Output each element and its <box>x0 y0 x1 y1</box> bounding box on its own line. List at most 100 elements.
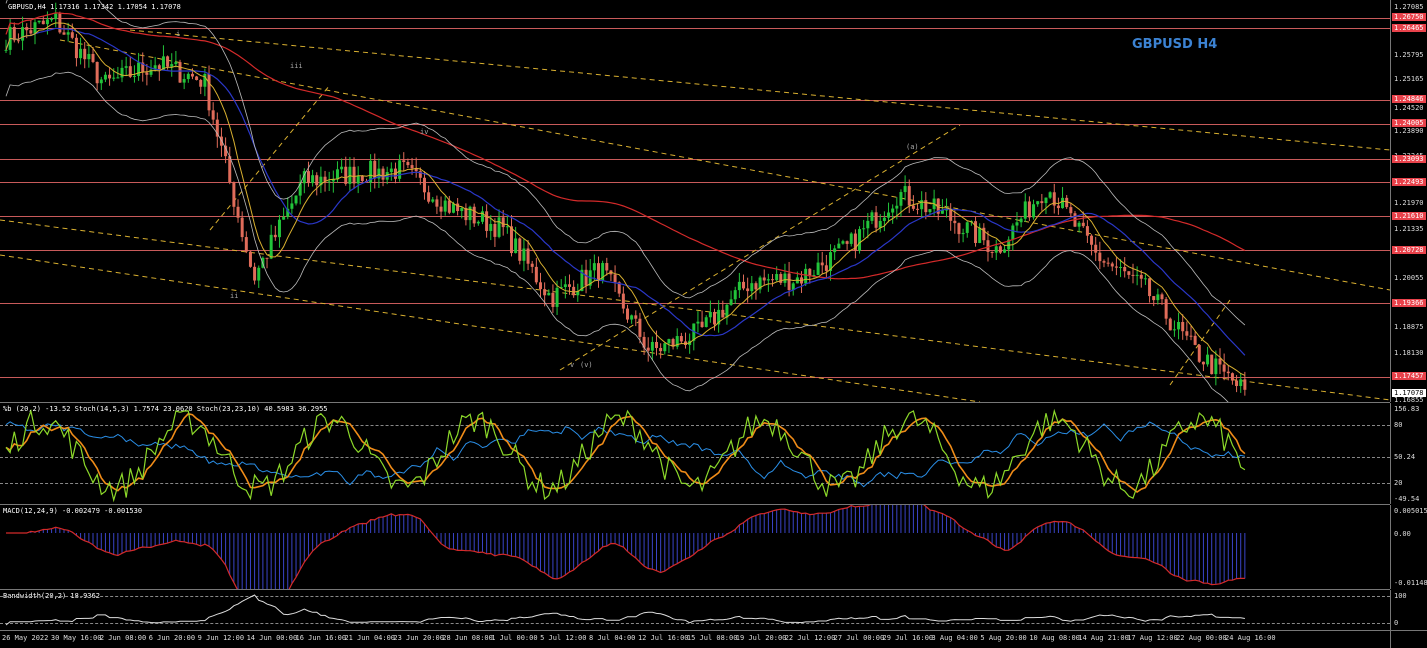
candle-body <box>4 49 8 51</box>
candle-body <box>816 262 820 275</box>
candle-body <box>903 186 907 193</box>
candle-body <box>37 20 41 23</box>
candle-body <box>240 217 244 238</box>
candle-body <box>116 77 120 79</box>
price-chart-pane[interactable]: GBPUSD,H4 1.17316 1.17342 1.17054 1.1707… <box>0 0 1390 402</box>
macd-pane[interactable]: MACD(12,24,9) -0.002479 -0.001530 <box>0 505 1390 589</box>
time-label: 21 Jun 04:00 <box>344 634 396 642</box>
candle-body <box>1081 222 1085 227</box>
candle-body <box>381 168 385 180</box>
candle-body <box>746 288 750 292</box>
candle-body <box>1044 197 1048 204</box>
fib-channel-line <box>59 39 1390 291</box>
candle-body <box>447 200 451 213</box>
candle-body <box>1143 278 1147 280</box>
candle-body <box>132 75 136 77</box>
candle-body <box>708 311 712 318</box>
candle-body <box>1239 379 1243 387</box>
candle-body <box>655 341 659 348</box>
candle-body <box>1164 299 1168 319</box>
stoch-tick: 156.83 <box>1394 405 1420 413</box>
candle-body <box>750 283 754 292</box>
time-label: 10 Aug 08:00 <box>1029 634 1080 642</box>
candle-body <box>282 216 286 220</box>
candle-body <box>895 205 899 209</box>
bandwidth-tick: 0 <box>1394 619 1399 627</box>
candle-body <box>907 186 911 206</box>
wave-label-v-paren: (v) <box>580 361 593 369</box>
time-label: 16 Jun 16:00 <box>295 634 347 642</box>
time-label: 14 Aug 21:00 <box>1078 634 1129 642</box>
candle-body <box>634 315 638 319</box>
candle-body <box>427 192 431 202</box>
candle-body <box>1032 204 1036 218</box>
candle-body <box>783 273 787 283</box>
candle-body <box>1069 207 1073 214</box>
candle-body <box>398 160 402 179</box>
candle-body <box>1148 278 1152 297</box>
candle-body <box>174 62 178 65</box>
candle-body <box>630 315 634 320</box>
candle-body <box>1015 222 1019 226</box>
candle-body <box>1110 263 1114 267</box>
candle-body <box>721 309 725 318</box>
time-label: 8 Jul 04:00 <box>589 634 636 642</box>
candle-body <box>248 251 252 267</box>
candle-body <box>182 79 186 83</box>
bollinger-lower <box>5 71 1229 402</box>
candle-body <box>120 67 124 78</box>
candle-body <box>1181 321 1185 332</box>
candle-body <box>290 203 294 209</box>
candle-body <box>1056 205 1060 209</box>
candle-body <box>79 48 83 59</box>
wave-label-iv: iv <box>420 128 429 136</box>
candle-body <box>33 22 37 34</box>
candle-body <box>269 234 273 259</box>
macd-axis[interactable]: 0.005015 0.00 -0.011489 <box>1390 505 1427 589</box>
candle-body <box>824 265 828 271</box>
candle-body <box>190 73 194 77</box>
candle-body <box>613 274 617 283</box>
price-axis[interactable]: 1.27085 1.25795 1.25165 1.24520 1.23890 … <box>1390 0 1427 404</box>
candle-body <box>476 221 480 224</box>
candle-body <box>468 206 472 221</box>
candle-body <box>1085 226 1089 236</box>
candle-body <box>787 273 791 291</box>
candle-body <box>592 263 596 271</box>
candle-body <box>1156 294 1160 301</box>
candle-body <box>443 200 447 212</box>
candle-body <box>207 73 211 111</box>
candle-body <box>1243 379 1247 390</box>
time-label: 14 Jun 00:00 <box>246 634 298 642</box>
candle-body <box>232 182 236 207</box>
candle-body <box>253 266 257 281</box>
candle-body <box>957 223 961 235</box>
candle-body <box>497 217 501 237</box>
candle-body <box>891 208 895 213</box>
candle-body <box>866 220 870 229</box>
bandwidth-pane[interactable]: Bandwidth(20,2) 18.9362 <box>0 590 1390 630</box>
stoch-axis[interactable]: 156.83 80 50.24 20 -49.54 <box>1390 403 1427 504</box>
candle-body <box>244 237 248 252</box>
candle-body <box>1090 235 1094 245</box>
candle-body <box>754 283 758 290</box>
candle-body <box>45 19 49 25</box>
macd-tick: -0.011489 <box>1394 579 1427 587</box>
candle-body <box>273 234 277 238</box>
level-tag: 1.26465 <box>1392 24 1426 32</box>
candle-body <box>489 223 493 231</box>
candle-body <box>277 219 281 238</box>
candle-body <box>1011 225 1015 240</box>
stochastic-pane[interactable]: %b (20,2) -13.52 Stoch(14,5,3) 1.7574 23… <box>0 403 1390 504</box>
candle-body <box>203 73 207 87</box>
bandwidth-axis[interactable]: 100 0 <box>1390 590 1427 630</box>
price-tick: 1.20055 <box>1394 274 1424 282</box>
candle-body <box>990 251 994 253</box>
candle-body <box>679 336 683 342</box>
candle-body <box>1135 274 1139 276</box>
candle-body <box>563 284 567 288</box>
time-axis[interactable]: 26 May 2022 30 May 16:00 2 Jun 08:00 6 Jun … <box>0 630 1390 648</box>
candle-body <box>696 321 700 324</box>
candle-body <box>820 262 824 266</box>
candle-body <box>1160 294 1164 300</box>
